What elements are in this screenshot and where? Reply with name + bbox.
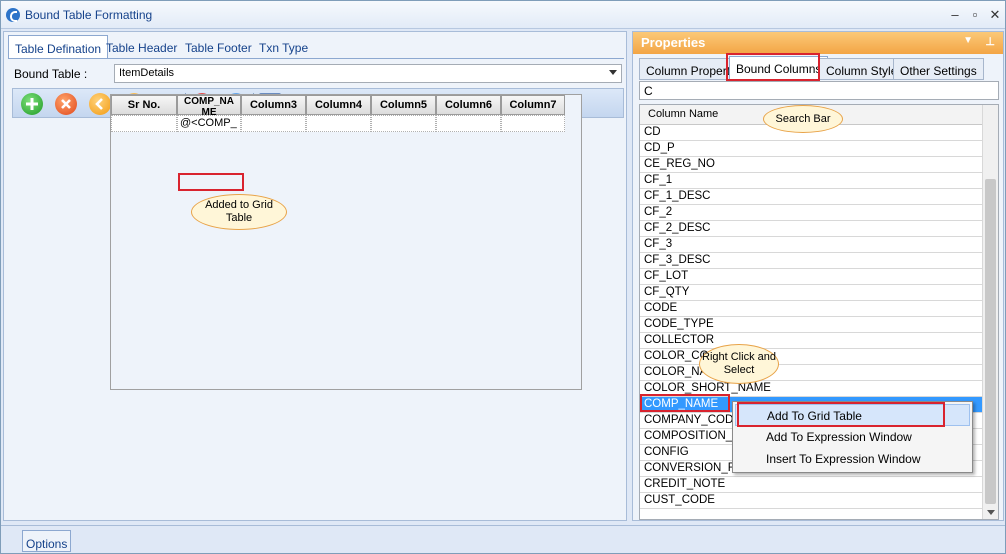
list-item[interactable]: COLOR_NA [640, 365, 982, 381]
list-item[interactable]: CF_3 [640, 237, 982, 253]
list-item[interactable]: CF_LOT [640, 269, 982, 285]
title-bar: Bound Table Formatting – ▫ ✕ [1, 1, 1005, 29]
bottom-bar: Options [1, 525, 1005, 553]
grid-cell[interactable] [306, 115, 371, 132]
properties-title: Properties [641, 35, 706, 50]
scroll-down-icon[interactable] [987, 510, 995, 515]
list-item[interactable]: CF_2_DESC [640, 221, 982, 237]
callout-search-bar: Search Bar [763, 105, 843, 133]
tab-table-footer[interactable]: Table Footer [179, 35, 258, 59]
scrollbar-thumb[interactable] [985, 179, 996, 504]
grid-cell[interactable] [111, 115, 177, 132]
search-input[interactable]: C [639, 81, 999, 100]
minimize-icon[interactable]: – [947, 7, 963, 23]
tab-txn-type[interactable]: Txn Type [253, 35, 314, 59]
highlight-box-comp-name [640, 394, 730, 412]
grid-cell[interactable] [371, 115, 436, 132]
list-item[interactable]: CE_REG_NO [640, 157, 982, 173]
table-definition-pane: Table Defination Table Header Table Foot… [3, 31, 627, 521]
list-item[interactable]: CF_1_DESC [640, 189, 982, 205]
maximize-icon[interactable]: ▫ [967, 7, 983, 23]
grid-header-comp-name[interactable]: COMP_NA ME [177, 95, 241, 118]
delete-icon[interactable] [55, 93, 77, 115]
list-scrollbar[interactable] [982, 105, 998, 519]
list-item[interactable]: CD_P [640, 141, 982, 157]
tab-column-style[interactable]: Column Style [819, 58, 905, 80]
list-item[interactable]: COLLECTOR [640, 333, 982, 349]
list-item[interactable]: CF_2 [640, 205, 982, 221]
grid-cell[interactable] [436, 115, 501, 132]
grid-header-column4[interactable]: Column4 [306, 95, 371, 115]
grid-cell-comp-name[interactable]: @<COMP_ [177, 115, 241, 132]
chevron-down-icon[interactable] [609, 70, 617, 75]
tab-table-defination[interactable]: Table Defination [8, 35, 109, 59]
grid-cell[interactable] [241, 115, 306, 132]
callout-added-to-grid: Added to Grid Table [191, 194, 287, 230]
properties-header: Properties ▼ ⊥ [633, 32, 1003, 54]
tab-table-header[interactable]: Table Header [100, 35, 183, 59]
main-window: Bound Table Formatting – ▫ ✕ Table Defin… [0, 0, 1006, 554]
list-item[interactable]: CUST_CODE [640, 493, 982, 509]
move-left-icon[interactable] [89, 93, 111, 115]
close-icon[interactable]: ✕ [987, 7, 1003, 23]
grid-header-column6[interactable]: Column6 [436, 95, 501, 115]
highlight-box-bound-columns [726, 53, 820, 81]
dropdown-arrow-icon[interactable]: ▼ [963, 35, 973, 46]
bound-table-value: ItemDetails [119, 67, 175, 79]
list-item[interactable]: CODE_TYPE [640, 317, 982, 333]
grid-cell[interactable] [501, 115, 565, 132]
list-item[interactable]: COLOR_COD [640, 349, 982, 365]
list-item[interactable]: CREDIT_NOTE [640, 477, 982, 493]
bound-table-select[interactable]: ItemDetails [114, 64, 622, 83]
tab-other-settings[interactable]: Other Settings [893, 58, 984, 80]
grid-header-column5[interactable]: Column5 [371, 95, 436, 115]
bound-table-label: Bound Table : [14, 67, 88, 81]
callout-right-click: Right Click and Select [699, 344, 779, 384]
app-icon [6, 8, 20, 22]
grid-table: Sr No. COMP_NA ME Column3 Column4 Column… [110, 94, 582, 390]
window-title: Bound Table Formatting [25, 8, 153, 22]
options-button[interactable]: Options [22, 530, 72, 552]
menu-item-add-to-expression-window[interactable]: Add To Expression Window [735, 426, 970, 448]
list-item[interactable]: CF_1 [640, 173, 982, 189]
highlight-box-add-to-grid [737, 402, 945, 427]
pin-icon[interactable]: ⊥ [985, 35, 995, 48]
grid-header-column3[interactable]: Column3 [241, 95, 306, 115]
add-icon[interactable] [21, 93, 43, 115]
list-item[interactable]: CF_QTY [640, 285, 982, 301]
list-item[interactable]: CF_3_DESC [640, 253, 982, 269]
grid-header-sr-no[interactable]: Sr No. [111, 95, 177, 115]
menu-item-insert-to-expression-window[interactable]: Insert To Expression Window [735, 448, 970, 470]
list-item[interactable]: CODE [640, 301, 982, 317]
highlight-box-grid-cell [178, 173, 244, 191]
grid-header-column7[interactable]: Column7 [501, 95, 565, 115]
